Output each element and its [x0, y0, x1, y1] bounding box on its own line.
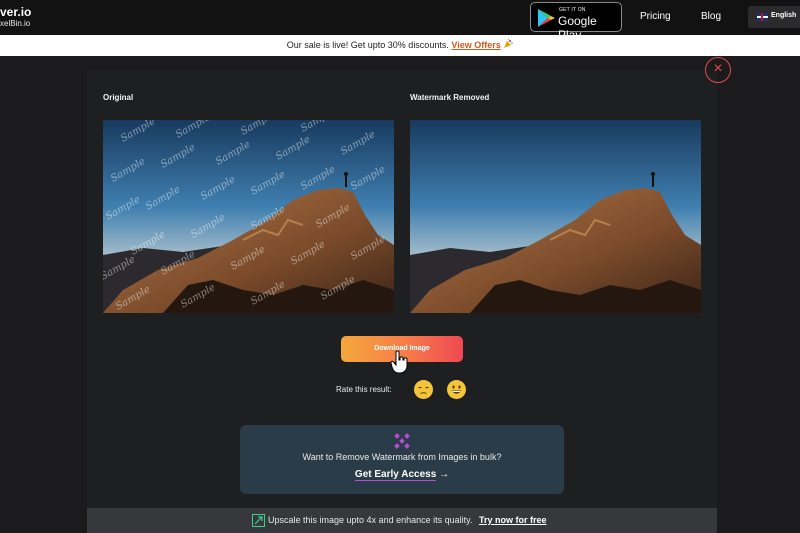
rate-result-label: Rate this result:	[336, 385, 392, 394]
upscale-text-group: Upscale this image upto 4x and enhance i…	[268, 508, 547, 533]
unamused-face-icon[interactable]	[414, 380, 433, 399]
promo-text: Our sale is live! Get upto 30% discounts…	[286, 40, 449, 50]
google-play-badge[interactable]: GET IT ON Google Play	[530, 2, 622, 42]
original-title: Original	[103, 93, 134, 102]
party-popper-icon	[504, 39, 514, 48]
bulk-process-icon	[394, 433, 410, 449]
language-label: English	[771, 12, 797, 19]
logo-primary-text: ver.io	[0, 5, 32, 19]
uk-flag-icon	[757, 13, 768, 21]
google-play-small-text: GET IT ON	[559, 7, 586, 13]
get-early-access-label: Get Early Access	[354, 469, 437, 481]
nav-pricing-link[interactable]: Pricing	[640, 11, 671, 22]
upscale-text: Upscale this image upto 4x and enhance i…	[268, 515, 473, 525]
logo-secondary-text: xelBin.io	[0, 19, 31, 28]
promo-banner: Our sale is live! Get upto 30% discounts…	[0, 35, 800, 56]
bulk-removal-card: Want to Remove Watermark from Images in …	[240, 425, 564, 494]
close-icon: ×	[713, 60, 723, 77]
arrow-right-icon: →	[439, 469, 450, 480]
site-logo[interactable]: ver.io xelBin.io	[0, 6, 31, 28]
watermark-removed-title: Watermark Removed	[410, 93, 490, 102]
nav-blog-link[interactable]: Blog	[701, 11, 721, 22]
view-offers-link[interactable]: View Offers	[451, 40, 500, 50]
bulk-question-text: Want to Remove Watermark from Images in …	[302, 452, 502, 462]
original-image: Sample Sample Sample Sample Sample Sampl…	[103, 120, 394, 313]
close-modal-button[interactable]: ×	[705, 57, 731, 83]
grinning-face-icon[interactable]	[447, 380, 466, 399]
hand-pointer-icon	[390, 350, 408, 374]
upscale-banner: Upscale this image upto 4x and enhance i…	[87, 508, 717, 533]
get-early-access-link[interactable]: Get Early Access →	[240, 469, 564, 481]
top-navigation-bar: ver.io xelBin.io GET IT ON Google Play P…	[0, 0, 800, 42]
watermark-removed-image	[410, 120, 701, 313]
google-play-icon	[538, 9, 555, 27]
upscale-icon	[252, 514, 265, 527]
try-now-link[interactable]: Try now for free	[479, 515, 547, 525]
language-selector[interactable]: English	[748, 6, 800, 28]
